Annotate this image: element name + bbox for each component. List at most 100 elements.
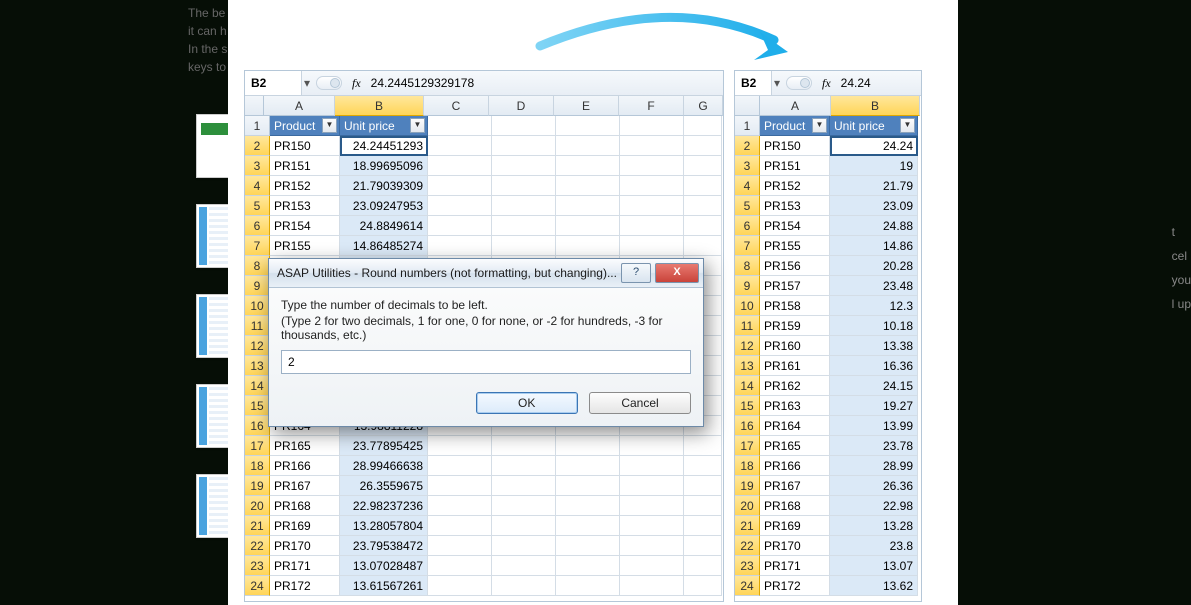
empty-cell[interactable] [556,196,620,216]
empty-cell[interactable] [620,576,684,596]
name-box-dropdown-icon[interactable]: ▾ [302,76,312,90]
empty-cell[interactable] [620,116,684,136]
cell-unit-price[interactable]: 13.62 [830,576,918,596]
empty-cell[interactable] [620,536,684,556]
empty-cell[interactable] [620,196,684,216]
row-header[interactable]: 5 [245,196,270,216]
row-header[interactable]: 18 [245,456,270,476]
cell-product[interactable]: PR152 [760,176,830,196]
row-header[interactable]: 6 [735,216,760,236]
close-button[interactable]: X [655,263,699,283]
spreadsheet-grid[interactable]: AB1Product▼Unit price▼2PR15024.243PR1511… [735,96,921,596]
empty-cell[interactable] [428,536,492,556]
cell-product[interactable]: PR157 [760,276,830,296]
row-header[interactable]: 8 [245,256,270,276]
row-header[interactable]: 6 [245,216,270,236]
fx-icon[interactable]: fx [346,76,367,91]
table-header-cell[interactable]: Unit price▼ [340,116,428,136]
cell-product[interactable]: PR163 [760,396,830,416]
empty-cell[interactable] [492,556,556,576]
cell-unit-price[interactable]: 12.3 [830,296,918,316]
cell-product[interactable]: PR154 [270,216,340,236]
cell-product[interactable]: PR151 [760,156,830,176]
cell-unit-price[interactable]: 28.99466638 [340,456,428,476]
empty-cell[interactable] [684,176,722,196]
cell-unit-price[interactable]: 21.79 [830,176,918,196]
row-header[interactable]: 2 [735,136,760,156]
empty-cell[interactable] [428,496,492,516]
formula-value[interactable]: 24.24 [837,76,875,90]
empty-cell[interactable] [428,556,492,576]
empty-cell[interactable] [620,216,684,236]
empty-cell[interactable] [556,536,620,556]
table-header-cell[interactable]: Product▼ [760,116,830,136]
cell-unit-price[interactable]: 14.86485274 [340,236,428,256]
empty-cell[interactable] [428,436,492,456]
empty-cell[interactable] [492,476,556,496]
empty-cell[interactable] [556,236,620,256]
empty-cell[interactable] [492,576,556,596]
column-header[interactable]: F [619,96,684,116]
cell-unit-price[interactable]: 10.18 [830,316,918,336]
row-header[interactable]: 17 [735,436,760,456]
empty-cell[interactable] [556,156,620,176]
row-header[interactable]: 12 [735,336,760,356]
cell-unit-price[interactable]: 23.8 [830,536,918,556]
empty-cell[interactable] [556,516,620,536]
cell-product[interactable]: PR153 [270,196,340,216]
row-header[interactable]: 22 [245,536,270,556]
cell-product[interactable]: PR164 [760,416,830,436]
row-header[interactable]: 3 [245,156,270,176]
column-header[interactable]: A [264,96,335,116]
cell-product[interactable]: PR172 [760,576,830,596]
cell-product[interactable]: PR161 [760,356,830,376]
cell-product[interactable]: PR168 [760,496,830,516]
empty-cell[interactable] [620,556,684,576]
cell-product[interactable]: PR167 [270,476,340,496]
empty-cell[interactable] [556,216,620,236]
empty-cell[interactable] [684,456,722,476]
cell-product[interactable]: PR159 [760,316,830,336]
cell-unit-price[interactable]: 28.99 [830,456,918,476]
cell-product[interactable]: PR166 [270,456,340,476]
cell-product[interactable]: PR171 [270,556,340,576]
cell-unit-price[interactable]: 23.78 [830,436,918,456]
empty-cell[interactable] [620,136,684,156]
formula-value[interactable]: 24.2445129329178 [367,76,478,90]
cell-unit-price[interactable]: 13.61567261 [340,576,428,596]
name-box[interactable]: B2 [735,71,772,95]
empty-cell[interactable] [492,176,556,196]
row-header[interactable]: 16 [245,416,270,436]
empty-cell[interactable] [684,556,722,576]
cell-product[interactable]: PR162 [760,376,830,396]
row-header[interactable]: 10 [245,296,270,316]
cell-product[interactable]: PR169 [270,516,340,536]
row-header[interactable]: 14 [735,376,760,396]
empty-cell[interactable] [492,236,556,256]
cell-product[interactable]: PR152 [270,176,340,196]
empty-cell[interactable] [492,456,556,476]
empty-cell[interactable] [684,516,722,536]
cell-product[interactable]: PR165 [270,436,340,456]
cell-product[interactable]: PR150 [760,136,830,156]
filter-dropdown-icon[interactable]: ▼ [900,118,915,133]
empty-cell[interactable] [684,216,722,236]
empty-cell[interactable] [556,136,620,156]
cell-product[interactable]: PR170 [760,536,830,556]
empty-cell[interactable] [684,576,722,596]
formula-bar-toggle[interactable] [316,76,342,90]
row-header[interactable]: 14 [245,376,270,396]
cell-product[interactable]: PR170 [270,536,340,556]
empty-cell[interactable] [428,156,492,176]
row-header[interactable]: 13 [245,356,270,376]
empty-cell[interactable] [556,176,620,196]
empty-cell[interactable] [492,136,556,156]
cell-unit-price[interactable]: 21.79039309 [340,176,428,196]
cell-unit-price[interactable]: 26.36 [830,476,918,496]
empty-cell[interactable] [684,236,722,256]
cell-product[interactable]: PR156 [760,256,830,276]
cell-unit-price[interactable]: 24.24 [830,136,918,156]
column-header[interactable]: E [554,96,619,116]
cell-unit-price[interactable]: 14.86 [830,236,918,256]
empty-cell[interactable] [492,216,556,236]
